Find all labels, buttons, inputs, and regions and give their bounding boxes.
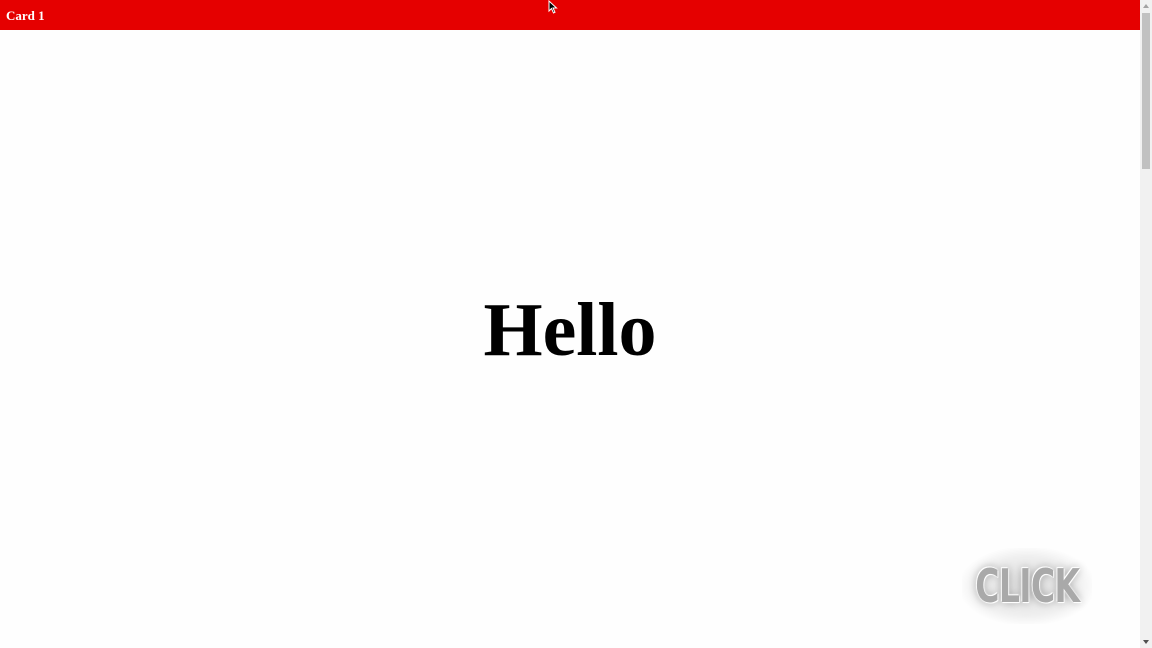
click-overlay[interactable]: CLICK (962, 548, 1092, 624)
scroll-down-icon[interactable] (1140, 636, 1152, 648)
scroll-thumb[interactable] (1142, 13, 1150, 169)
click-label: CLICK (974, 559, 1080, 613)
scroll-up-icon[interactable] (1140, 0, 1152, 12)
page-viewport: Card 1 Hello CLICK (0, 0, 1152, 648)
chevron-down-icon (1143, 640, 1149, 644)
mouse-pointer-icon (548, 0, 558, 14)
card-title: Card 1 (6, 7, 45, 23)
hello-heading: Hello (483, 288, 657, 372)
chevron-up-icon (1143, 4, 1149, 8)
vertical-scrollbar[interactable] (1140, 0, 1152, 648)
card-header: Card 1 (0, 0, 1140, 30)
